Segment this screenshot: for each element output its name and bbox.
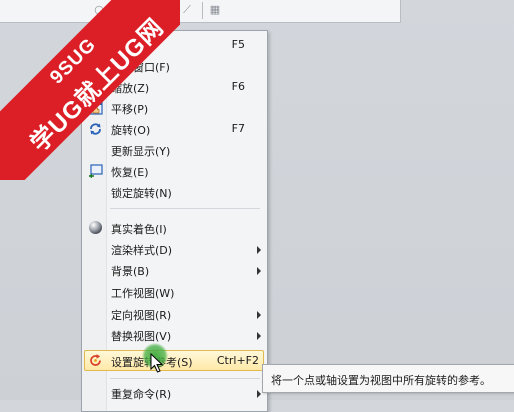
zoom-icon xyxy=(87,79,103,94)
menu-item-shortcut: F6 xyxy=(231,80,245,93)
fit-window-icon xyxy=(87,58,103,73)
mouse-pointer-icon xyxy=(150,353,164,373)
menu-item-label: 渲染样式(D) xyxy=(111,244,173,257)
menu-separator xyxy=(110,378,260,379)
menu-item-restore[interactable]: 恢复(E) xyxy=(82,160,267,181)
rotate-icon xyxy=(87,121,103,136)
menu-item-label: 真实着色(I) xyxy=(111,223,167,236)
tooltip-text: 将一个点或轴设置为视图中所有旋转的参考。 xyxy=(271,374,491,387)
menu-item-label: 恢复(E) xyxy=(111,166,149,179)
toolbar-circle-icon[interactable]: ○ xyxy=(92,3,106,17)
menu-item-orient-view[interactable]: 定向视图(R) xyxy=(82,303,267,324)
toolbar-strip: ○ ○ ◇ ⟋ ▦ xyxy=(0,0,401,23)
menu-item-shortcut: F5 xyxy=(231,38,245,51)
restore-icon xyxy=(87,163,103,178)
menu-item-label: 替换视图(V) xyxy=(111,330,172,343)
pan-icon xyxy=(87,100,103,115)
true-shading-icon xyxy=(87,220,103,235)
menu-item-label: 旋转(O) xyxy=(111,124,151,137)
menu-item-label: 锁定旋转(N) xyxy=(111,187,172,200)
menu-item-update-display[interactable]: 更新显示(Y) xyxy=(82,139,267,160)
menu-item-shortcut: F7 xyxy=(231,122,245,135)
submenu-arrow-icon xyxy=(257,332,261,340)
menu-item-background[interactable]: 背景(B) xyxy=(82,259,267,280)
menu-item-label: 定向视图(R) xyxy=(111,309,172,322)
tooltip: 将一个点或轴设置为视图中所有旋转的参考。 xyxy=(262,364,514,393)
submenu-arrow-icon xyxy=(257,311,261,319)
menu-item-label: 缩放(Z) xyxy=(111,82,150,95)
menu-item-refresh[interactable]: 刷新(S) F5 xyxy=(82,34,267,55)
context-menu: 刷新(S) F5 适合窗口(F) 缩放(Z) F6 平移(P) 旋转(O) F7… xyxy=(81,30,268,412)
menu-item-true-shading[interactable]: 真实着色(I) xyxy=(82,217,267,238)
menu-item-set-rotate-reference[interactable]: 设置旋转参考(S) Ctrl+F2 xyxy=(82,349,267,372)
toolbar-separator-2 xyxy=(202,2,203,19)
menu-item-label: 工作视图(W) xyxy=(111,287,175,300)
menu-item-shortcut: Ctrl+F2 xyxy=(216,354,259,367)
submenu-arrow-icon xyxy=(257,267,261,275)
menu-item-label: 平移(P) xyxy=(111,103,149,116)
menu-item-rotate[interactable]: 旋转(O) F7 xyxy=(82,118,267,139)
set-rotate-reference-icon xyxy=(87,353,103,368)
menu-item-work-view[interactable]: 工作视图(W) xyxy=(82,281,267,302)
menu-item-replace-view[interactable]: 替换视图(V) xyxy=(82,324,267,345)
submenu-arrow-icon xyxy=(257,390,261,398)
menu-item-lock-rotation[interactable]: 锁定旋转(N) xyxy=(82,181,267,202)
toolbar-eraser-icon[interactable]: ◇ xyxy=(158,3,172,17)
menu-item-label: 背景(B) xyxy=(111,265,150,278)
menu-item-pan[interactable]: 平移(P) xyxy=(82,97,267,118)
menu-item-fit-window[interactable]: 适合窗口(F) xyxy=(82,55,267,76)
toolbar-circle-icon-2[interactable]: ○ xyxy=(108,3,122,17)
submenu-arrow-icon xyxy=(257,246,261,254)
menu-separator xyxy=(110,208,260,209)
menu-item-render-style[interactable]: 渲染样式(D) xyxy=(82,238,267,259)
menu-item-zoom[interactable]: 缩放(Z) F6 xyxy=(82,76,267,97)
menu-item-label: 更新显示(Y) xyxy=(111,145,171,158)
toolbar-pen-icon[interactable]: ⟋ xyxy=(180,3,194,17)
menu-item-label: 刷新(S) xyxy=(111,40,149,53)
toolbar-grid-icon[interactable]: ▦ xyxy=(208,3,222,17)
toolbar-separator xyxy=(132,2,133,19)
menu-item-label: 适合窗口(F) xyxy=(111,61,170,74)
